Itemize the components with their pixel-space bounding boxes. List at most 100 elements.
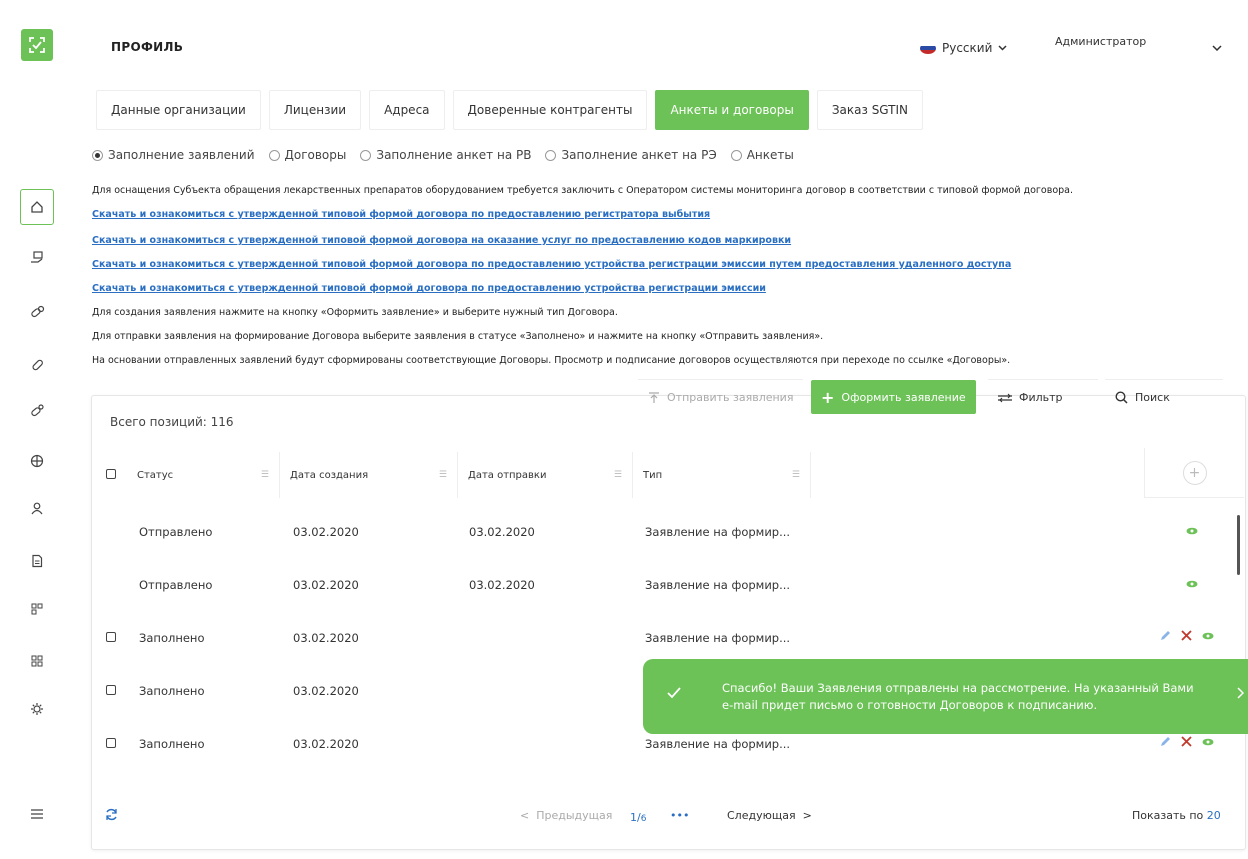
radio-label: Договоры [284,148,347,162]
column-header-sent[interactable]: Дата отправки ☰ [458,452,633,498]
row-actions [1186,527,1198,535]
sidebar-item-drugs[interactable] [17,393,57,429]
page-ellipsis-button[interactable]: ••• [670,809,689,822]
column-label: Дата отправки [468,469,547,481]
logo-icon [29,37,45,53]
modules-icon [31,603,43,615]
sidebar-item-globe[interactable] [17,443,57,479]
sidebar-item-medicine[interactable] [17,347,57,383]
filter-label: Фильтр [1019,391,1063,404]
sidebar-item-home[interactable] [20,189,54,225]
sort-icon[interactable]: ☰ [261,470,269,480]
pill-icon [32,359,43,371]
tab-sgtin-order[interactable]: Заказ SGTIN [816,90,924,130]
plus-icon: + [821,387,835,407]
tab-forms-contracts[interactable]: Анкеты и договоры [655,90,809,130]
prev-page-button[interactable]: < Предыдущая [520,809,612,822]
select-all-checkbox[interactable] [106,469,116,479]
eye-icon[interactable] [1186,527,1198,535]
cell-status: Заполнено [139,684,205,698]
next-label: Следующая [727,809,796,822]
radio-dot [545,149,557,161]
row-checkbox[interactable] [106,738,116,748]
search-label: Поиск [1135,391,1170,404]
radio-contracts[interactable]: Договоры [268,148,347,162]
delete-icon[interactable] [1181,630,1192,641]
column-header-created[interactable]: Дата создания ☰ [280,452,458,498]
eye-icon[interactable] [1186,580,1198,588]
radio-forms[interactable]: Анкеты [730,148,794,162]
chevron-right-icon[interactable] [1237,687,1244,699]
pencil-icon[interactable] [1160,630,1171,641]
eye-icon[interactable] [1202,632,1214,640]
sidebar-item-grid[interactable] [17,643,57,679]
add-column-button[interactable]: + [1182,460,1207,485]
filter-button[interactable]: Фильтр [988,379,1098,415]
row-checkbox[interactable] [106,685,116,695]
radio-forms-rv[interactable]: Заполнение анкет на РВ [360,148,531,162]
sidebar-item-document[interactable] [17,543,57,579]
download-link-remote-emission-device[interactable]: Скачать и ознакомиться с утвержденной ти… [92,259,1011,270]
tab-licenses[interactable]: Лицензии [268,90,362,130]
radio-forms-re[interactable]: Заполнение анкет на РЭ [545,148,717,162]
tab-addresses[interactable]: Адреса [369,90,445,130]
cell-created: 03.02.2020 [293,631,359,645]
cell-created: 03.02.2020 [293,578,359,592]
column-header-type[interactable]: Тип ☰ [633,452,811,498]
grid-icon [31,655,43,667]
radio-filling-applications[interactable]: Заполнение заявлений [92,148,255,162]
chevron-down-icon [1212,45,1222,52]
cell-created: 03.02.2020 [293,525,359,539]
chevron-down-icon [998,45,1007,51]
profile-tabs: Данные организации Лицензии Адреса Довер… [96,90,931,130]
sidebar-item-settings[interactable] [17,691,57,727]
next-page-button[interactable]: Следующая > [727,809,812,822]
page-title: ПРОФИЛЬ [111,40,184,54]
download-link-marking-codes[interactable]: Скачать и ознакомиться с утвержденной ти… [92,235,791,246]
search-icon [1115,391,1128,404]
cell-status: Заполнено [139,631,205,645]
app-logo[interactable] [21,29,53,61]
sort-icon[interactable]: ☰ [439,470,447,480]
pencil-icon[interactable] [1160,736,1171,747]
language-selector[interactable]: Русский [920,41,1007,55]
table-scrollbar[interactable] [1237,515,1240,575]
radio-label: Заполнение анкет на РВ [376,148,532,162]
download-link-disposal-registrar[interactable]: Скачать и ознакомиться с утвержденной ти… [92,209,710,220]
info-note-contracts: На основании отправленных заявлений буду… [92,355,1011,366]
cell-sent: 03.02.2020 [469,578,535,592]
cell-type: Заявление на формир... [645,631,791,645]
cell-created: 03.02.2020 [293,737,359,751]
row-checkbox[interactable] [106,632,116,642]
sidebar-item-equipment[interactable] [17,240,57,276]
sidebar-item-modules[interactable] [17,591,57,627]
user-menu-chevron[interactable] [1212,40,1222,54]
search-button[interactable]: Поиск [1105,379,1223,415]
prev-label: Предыдущая [536,809,613,822]
cell-sent: 03.02.2020 [469,525,535,539]
send-applications-button[interactable]: Отправить заявления [638,379,804,415]
per-page-selector[interactable]: Показать по 20 [1132,809,1221,822]
radio-label: Заполнение анкет на РЭ [561,148,717,162]
download-link-emission-device[interactable]: Скачать и ознакомиться с утвержденной ти… [92,283,766,294]
sidebar-item-user[interactable] [17,490,57,526]
sidebar-menu-toggle[interactable] [17,796,57,832]
delete-icon[interactable] [1181,736,1192,747]
create-label: Оформить заявление [841,390,966,404]
language-label: Русский [942,41,993,55]
globe-icon [30,454,44,468]
sort-icon[interactable]: ☰ [792,470,800,480]
sidebar-item-pills[interactable] [17,294,57,330]
capsules-icon [31,404,44,417]
sort-icon[interactable]: ☰ [614,470,622,480]
column-header-status[interactable]: Статус ☰ [127,452,280,498]
eye-icon[interactable] [1202,738,1214,746]
user-name[interactable]: Администратор [1055,35,1146,48]
radio-dot [268,149,280,161]
tab-trusted-contractors[interactable]: Доверенные контрагенты [452,90,648,130]
create-application-button[interactable]: + Оформить заявление [811,380,976,414]
total-count: Всего позиций: 116 [110,415,234,429]
refresh-button[interactable] [105,808,118,824]
tab-organization-data[interactable]: Данные организации [96,90,261,130]
radio-label: Анкеты [746,148,794,162]
